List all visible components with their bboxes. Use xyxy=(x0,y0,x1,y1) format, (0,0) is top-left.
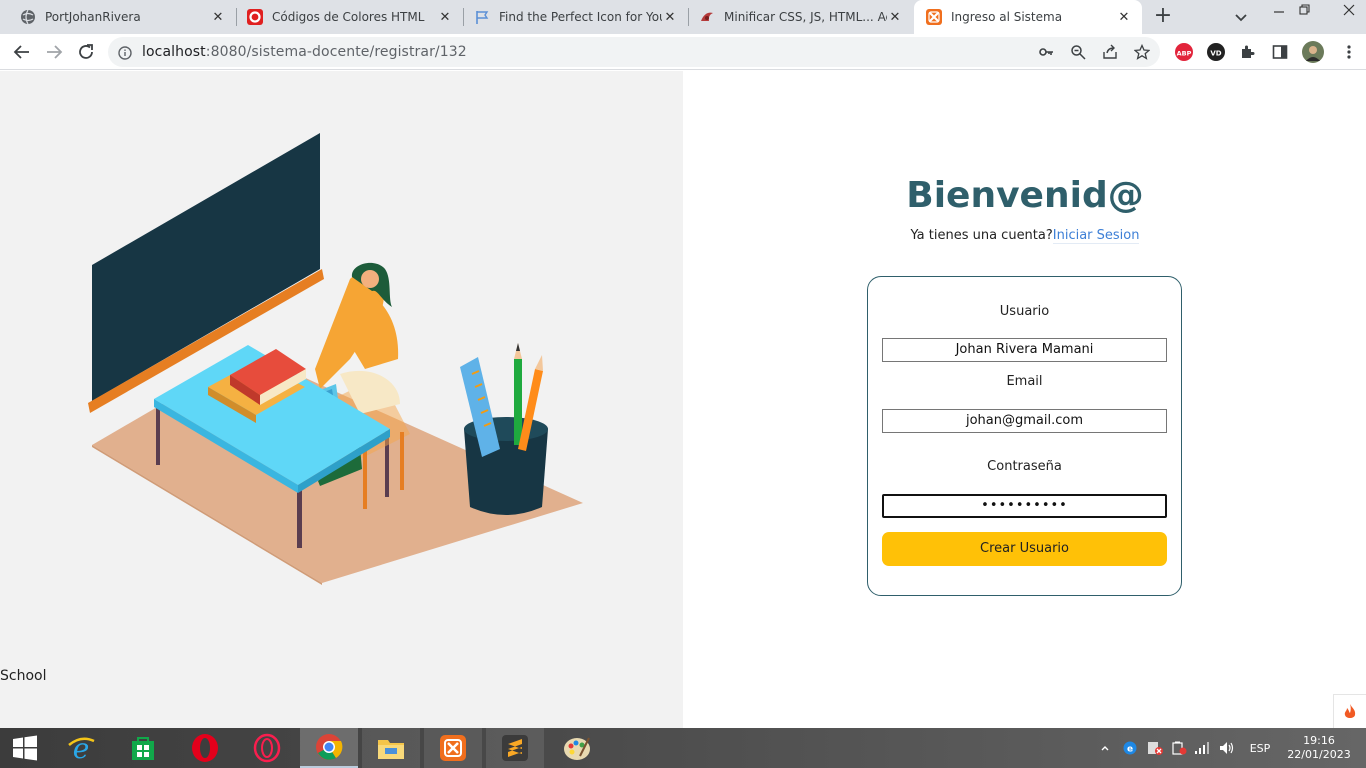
sublime-text-icon[interactable] xyxy=(486,728,544,768)
tab-codigos-colores[interactable]: Códigos de Colores HTML ✕ xyxy=(237,0,463,34)
svg-text:ABP: ABP xyxy=(1177,50,1192,58)
opera-icon[interactable] xyxy=(176,728,234,768)
clock-time: 19:16 xyxy=(1303,734,1335,747)
browser-tab-strip: PortJohanRivera ✕ Códigos de Colores HTM… xyxy=(0,0,1366,34)
back-arrow-icon xyxy=(13,45,29,59)
welcome-heading: Bienvenid@ xyxy=(906,175,1144,216)
volume-icon[interactable] xyxy=(1216,728,1238,768)
forward-arrow-icon xyxy=(47,45,63,59)
close-tab-icon[interactable]: ✕ xyxy=(437,10,453,25)
flame-icon[interactable] xyxy=(1333,694,1366,728)
password-label: Contraseña xyxy=(987,459,1062,474)
tab-title: Códigos de Colores HTML xyxy=(272,10,425,24)
clock-date: 22/01/2023 xyxy=(1287,748,1351,761)
svg-text:VD: VD xyxy=(1210,50,1221,58)
create-user-button[interactable]: Crear Usuario xyxy=(882,532,1167,566)
browser-menu-icon[interactable] xyxy=(1340,43,1358,61)
internet-explorer-icon[interactable]: e xyxy=(52,728,110,768)
new-tab-button[interactable]: + xyxy=(1150,3,1176,29)
tab-ingreso-sistema[interactable]: Ingreso al Sistema ✕ xyxy=(914,0,1142,34)
classroom-illustration xyxy=(88,133,583,585)
show-hidden-icons-chevron-icon[interactable] xyxy=(1098,728,1112,768)
network-app-tray-icon[interactable]: e xyxy=(1120,728,1140,768)
profile-avatar[interactable] xyxy=(1302,41,1324,63)
email-field[interactable]: johan@gmail.com xyxy=(882,409,1167,433)
tab-title: Ingreso al Sistema xyxy=(951,10,1063,24)
wifi-signal-icon[interactable] xyxy=(1192,728,1212,768)
username-label: Usuario xyxy=(999,304,1050,319)
adblock-plus-icon[interactable]: ABP xyxy=(1175,43,1193,61)
illustration-panel: School xyxy=(0,71,683,728)
site-info-icon[interactable] xyxy=(118,45,132,64)
opera-gx-icon[interactable] xyxy=(238,728,296,768)
close-tab-icon[interactable]: ✕ xyxy=(887,10,903,25)
svg-text:e: e xyxy=(73,733,90,763)
tab-portjohanrivera[interactable]: PortJohanRivera ✕ xyxy=(0,0,236,34)
xampp-icon xyxy=(926,9,942,25)
close-tab-icon[interactable]: ✕ xyxy=(662,10,678,25)
globe-icon xyxy=(20,9,36,25)
tab-minificar[interactable]: Minificar CSS, JS, HTML... Acele ✕ xyxy=(689,0,913,34)
language-indicator[interactable]: ESP xyxy=(1246,728,1274,768)
reload-button[interactable] xyxy=(72,38,100,66)
video-downloader-icon[interactable]: VD xyxy=(1207,43,1225,61)
bird-icon xyxy=(699,9,715,25)
account-prompt: Ya tienes una cuenta?Iniciar Sesion xyxy=(850,228,1200,244)
browser-toolbar: localhost:8080/sistema-docente/registrar… xyxy=(0,34,1366,70)
back-button[interactable] xyxy=(8,38,36,66)
reload-icon xyxy=(79,44,93,59)
bookmark-star-icon[interactable] xyxy=(1133,43,1151,60)
password-field[interactable]: •••••••••• xyxy=(882,494,1167,518)
paint-icon[interactable] xyxy=(548,728,606,768)
opera-red-icon xyxy=(247,9,263,25)
page-content: School Bienvenid@ Ya tienes una cuenta?I… xyxy=(0,71,1366,728)
svg-text:e: e xyxy=(1127,745,1133,755)
url-host: localhost xyxy=(142,44,206,60)
windows-taskbar: e e ESP 19:16 22/01/2023 xyxy=(0,728,1366,768)
tab-search-chevron-icon[interactable] xyxy=(1230,6,1252,28)
extensions-puzzle-icon[interactable] xyxy=(1239,43,1257,61)
file-explorer-icon[interactable] xyxy=(362,728,420,768)
close-tab-icon[interactable]: ✕ xyxy=(210,10,226,25)
close-tab-icon[interactable]: ✕ xyxy=(1116,10,1132,25)
email-label: Email xyxy=(1006,374,1043,389)
login-link[interactable]: Iniciar Sesion xyxy=(1052,228,1140,244)
zoom-icon[interactable] xyxy=(1070,44,1086,60)
tab-find-icon[interactable]: Find the Perfect Icon for Your P ✕ xyxy=(464,0,688,34)
share-icon[interactable] xyxy=(1102,44,1118,60)
side-panel-icon[interactable] xyxy=(1271,43,1289,61)
chrome-icon[interactable] xyxy=(300,728,358,768)
key-icon[interactable] xyxy=(1038,44,1054,60)
url-text: localhost:8080/sistema-docente/registrar… xyxy=(142,44,467,60)
tab-title: Find the Perfect Icon for Your P xyxy=(499,10,662,24)
battery-tray-icon[interactable] xyxy=(1168,728,1190,768)
register-form: Usuario Johan Rivera Mamani Email johan@… xyxy=(867,276,1182,596)
url-path: :8080/sistema-docente/registrar/132 xyxy=(205,44,467,60)
store-icon[interactable] xyxy=(114,728,172,768)
address-bar[interactable]: localhost:8080/sistema-docente/registrar… xyxy=(108,37,1160,67)
illustration-caption: School xyxy=(0,668,47,684)
username-field[interactable]: Johan Rivera Mamani xyxy=(882,338,1167,362)
tab-title: PortJohanRivera xyxy=(45,10,141,24)
restore-window-button[interactable] xyxy=(1288,0,1322,30)
system-clock[interactable]: 19:16 22/01/2023 xyxy=(1286,734,1352,762)
flag-icon xyxy=(474,9,490,25)
windows-start-icon[interactable] xyxy=(0,728,50,768)
account-prompt-text: Ya tienes una cuenta? xyxy=(910,228,1053,243)
close-window-button[interactable] xyxy=(1332,0,1366,30)
update-warning-tray-icon[interactable] xyxy=(1144,728,1166,768)
tab-title: Minificar CSS, JS, HTML... Acele xyxy=(724,10,887,24)
forward-button[interactable] xyxy=(40,38,68,66)
xampp-icon[interactable] xyxy=(424,728,482,768)
